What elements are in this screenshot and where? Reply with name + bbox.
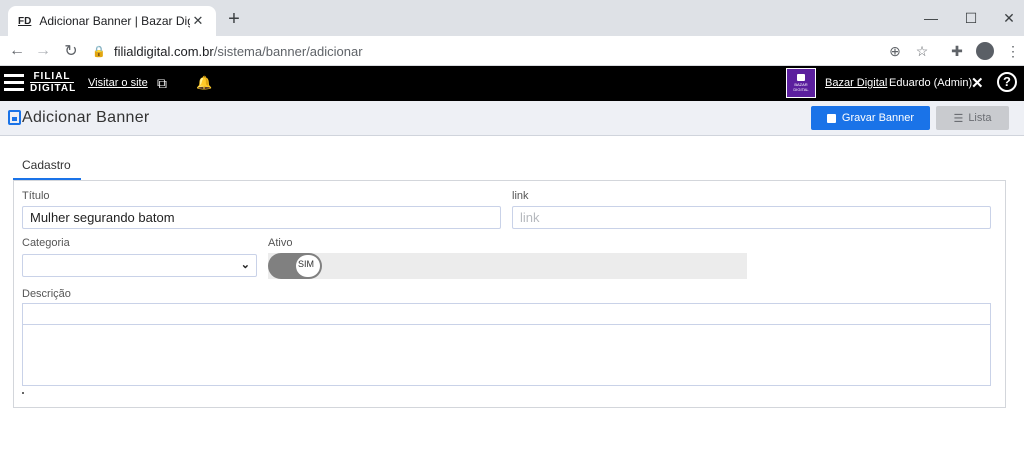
close-icon[interactable]: ✕ — [971, 74, 984, 92]
user-name[interactable]: Eduardo (Admin) — [889, 77, 972, 89]
categoria-label: Categoria — [22, 237, 70, 249]
page-title: Adicionar Banner — [22, 109, 150, 126]
url-path: /sistema/banner/adicionar — [213, 43, 363, 59]
list-icon: ☰ — [953, 112, 964, 125]
reload-icon[interactable]: ↻ — [60, 40, 82, 62]
favicon: FD — [18, 15, 32, 27]
browser-tabstrip: FD Adicionar Banner | Bazar Digital ✕ + … — [0, 0, 1024, 36]
chevron-down-icon: ⌄ — [240, 259, 250, 271]
save-icon — [826, 113, 836, 123]
visit-site-link[interactable]: Visitar o site — [88, 77, 148, 89]
categoria-select[interactable]: ⌄ — [22, 254, 257, 277]
logo-line2: DIGITAL — [30, 83, 77, 94]
extensions-icon[interactable]: ✚ — [946, 40, 968, 62]
tab-title: Adicionar Banner | Bazar Digital — [39, 14, 190, 28]
resize-handle — [22, 392, 24, 394]
descricao-toolbar — [22, 303, 991, 325]
ativo-label: Ativo — [268, 237, 293, 249]
lock-icon: 🔒 — [92, 45, 106, 58]
external-link-icon[interactable]: ⧉ — [157, 75, 167, 92]
bookmark-star-icon[interactable]: ☆ — [911, 40, 933, 62]
help-icon[interactable]: ? — [997, 72, 1017, 92]
page-title-bar: Adicionar Banner Gravar Banner ☰ Lista — [0, 101, 1024, 136]
save-banner-label: Gravar Banner — [841, 112, 915, 124]
url-host: filialdigital.com.br — [114, 43, 214, 59]
app-header: FILIAL DIGITAL Visitar o site ⧉ 🔔 BAZAR … — [0, 66, 1024, 101]
titulo-label: Título — [22, 190, 50, 202]
list-button[interactable]: ☰ Lista — [936, 106, 1009, 130]
descricao-label: Descrição — [22, 288, 71, 300]
image-file-icon — [8, 110, 21, 125]
browser-tab[interactable]: FD Adicionar Banner | Bazar Digital ✕ — [8, 6, 216, 36]
maximize-icon[interactable]: ☐ — [952, 0, 990, 36]
zoom-icon[interactable]: ⊕ — [884, 40, 906, 62]
ativo-value: SIM — [298, 259, 315, 269]
back-icon[interactable]: ← — [6, 40, 28, 62]
store-badge[interactable]: BAZAR DIGITAL — [786, 68, 816, 98]
profile-avatar[interactable] — [974, 40, 996, 62]
store-badge-text: BAZAR DIGITAL — [793, 82, 809, 92]
close-tab-icon[interactable]: ✕ — [190, 13, 206, 29]
window-close-icon[interactable]: ✕ — [990, 0, 1024, 36]
titulo-input[interactable]: Mulher segurando batom — [22, 206, 501, 229]
new-tab-icon[interactable]: + — [224, 8, 244, 31]
bell-icon[interactable]: 🔔 — [196, 75, 212, 91]
tab-cadastro[interactable]: Cadastro — [13, 152, 81, 180]
store-link[interactable]: Bazar Digital — [825, 77, 887, 89]
link-input[interactable]: link — [512, 206, 991, 229]
ativo-row — [268, 253, 747, 279]
url-field[interactable]: 🔒 filialdigital.com.br/sistema/banner/ad… — [92, 40, 952, 62]
logo-line1: FILIAL — [30, 71, 74, 83]
browser-menu-icon[interactable]: ⋮ — [1002, 40, 1024, 62]
list-label: Lista — [968, 112, 992, 124]
hamburger-menu-icon[interactable] — [4, 74, 24, 92]
minimize-icon[interactable]: — — [912, 0, 950, 36]
descricao-textarea[interactable] — [22, 324, 991, 386]
save-banner-button[interactable]: Gravar Banner — [811, 106, 930, 130]
link-label: link — [512, 190, 529, 202]
forward-icon[interactable]: → — [32, 40, 54, 62]
logo[interactable]: FILIAL DIGITAL — [30, 71, 77, 94]
address-bar: ← → ↻ 🔒 filialdigital.com.br/sistema/ban… — [0, 36, 1024, 66]
bag-icon — [797, 74, 805, 81]
ativo-toggle[interactable]: SIM — [268, 253, 322, 279]
